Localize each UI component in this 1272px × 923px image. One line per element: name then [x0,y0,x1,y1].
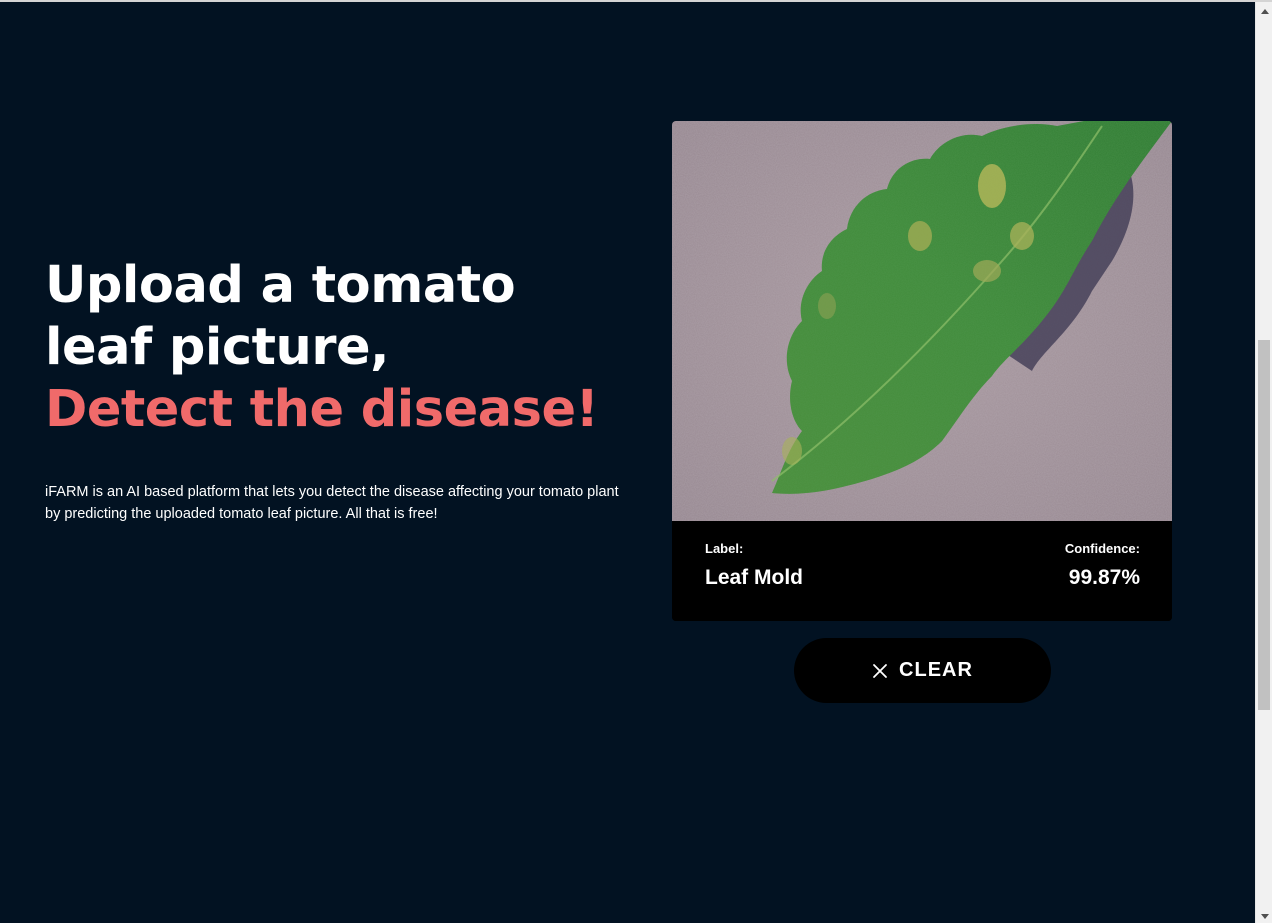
confidence-caption: Confidence: [1064,541,1140,556]
prediction-card: Label: Leaf Mold Confidence: 99.87% [672,121,1172,621]
headline-accent: Detect the disease! [45,380,599,439]
scrollbar-thumb[interactable] [1258,340,1270,710]
uploaded-leaf-image [672,121,1172,521]
clear-button[interactable]: CLEAR [794,638,1051,703]
scroll-up-icon[interactable] [1256,4,1272,18]
scroll-down-icon[interactable] [1256,909,1272,923]
description: iFARM is an AI based platform that lets … [45,484,619,522]
close-icon [873,663,887,678]
headline-text: Upload a tomato leaf picture, [45,256,516,377]
confidence-group: Confidence: 99.87% [1065,541,1140,621]
prediction-result: Label: Leaf Mold Confidence: 99.87% [672,521,1172,621]
label-caption: Label: [705,541,744,556]
page: Upload a tomato leaf picture, Detect the… [0,0,1272,923]
hero-section: Upload a tomato leaf picture, Detect the… [45,255,635,525]
vertical-scrollbar[interactable] [1255,2,1272,923]
label-value: Leaf Mold [705,566,803,589]
confidence-value: 99.87% [1068,566,1140,589]
headline: Upload a tomato leaf picture, Detect the… [45,255,635,441]
label-group: Label: Leaf Mold [705,541,803,621]
clear-button-label: CLEAR [899,659,973,681]
